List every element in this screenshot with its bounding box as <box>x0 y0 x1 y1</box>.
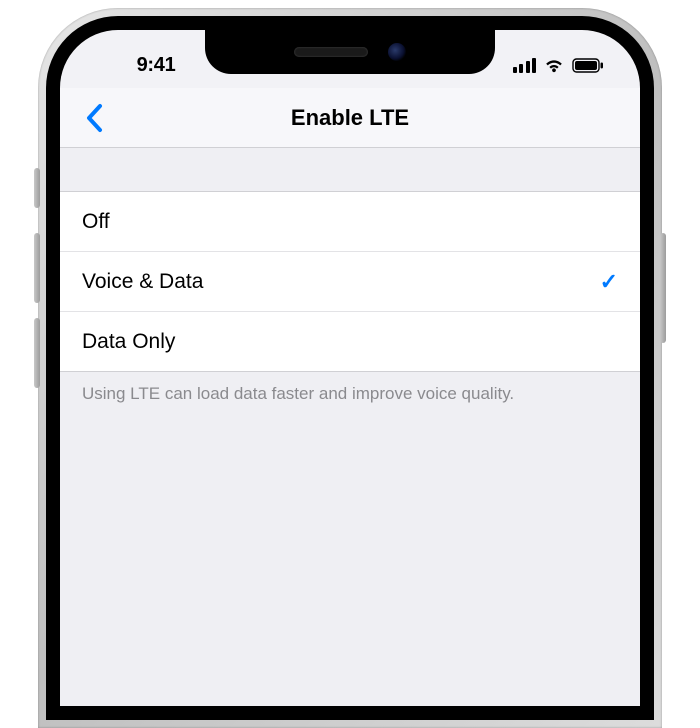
phone-bezel: 9:41 <box>46 16 654 720</box>
footer-note: Using LTE can load data faster and impro… <box>60 372 640 416</box>
nav-bar: Enable LTE <box>60 88 640 148</box>
group-spacer <box>60 148 640 192</box>
option-label: Off <box>82 210 110 234</box>
front-camera <box>388 43 406 61</box>
option-off[interactable]: Off <box>60 192 640 252</box>
checkmark-icon: ✓ <box>600 269 618 295</box>
status-time: 9:41 <box>96 54 216 77</box>
speaker <box>294 47 368 57</box>
mute-switch <box>34 168 40 208</box>
phone-frame: 9:41 <box>38 8 662 728</box>
notch <box>205 30 495 74</box>
option-label: Data Only <box>82 330 175 354</box>
wifi-icon <box>543 57 565 73</box>
empty-area <box>60 416 640 706</box>
page-title: Enable LTE <box>291 105 409 131</box>
options-list: Off Voice & Data ✓ Data Only <box>60 192 640 372</box>
volume-down <box>34 318 40 388</box>
chevron-left-icon <box>85 103 103 133</box>
option-data-only[interactable]: Data Only <box>60 312 640 372</box>
screen: 9:41 <box>60 30 640 706</box>
power-button <box>660 233 666 343</box>
back-button[interactable] <box>74 98 114 138</box>
option-voice-and-data[interactable]: Voice & Data ✓ <box>60 252 640 312</box>
status-indicators <box>484 57 604 73</box>
battery-icon <box>572 58 604 73</box>
cellular-icon <box>513 57 537 73</box>
option-label: Voice & Data <box>82 270 203 294</box>
volume-up <box>34 233 40 303</box>
